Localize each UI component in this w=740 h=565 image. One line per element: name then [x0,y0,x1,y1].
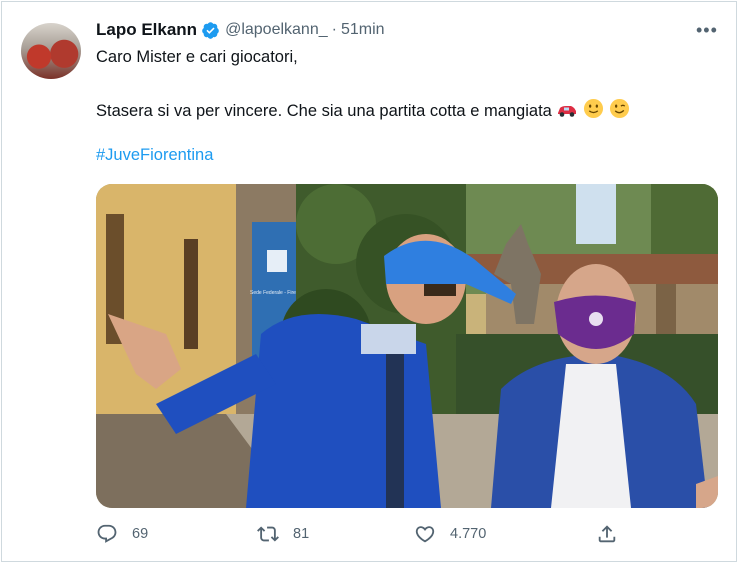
action-bar: 69 81 4.770 [96,523,636,553]
tweet-text: Stasera si va per vincere. Che sia una p… [96,102,552,120]
tweet-text-line-1: Caro Mister e cari giocatori, [96,48,298,66]
heart-icon [415,526,435,543]
like-count: 4.770 [450,526,487,542]
share-button[interactable] [596,523,618,545]
like-button[interactable]: 4.770 [414,523,486,545]
timestamp[interactable]: 51min [341,21,385,39]
tweet-header: Lapo Elkann @lapoelkann_ · 51min [96,17,385,43]
tweet-text-line-2: Stasera si va per vincere. Che sia una p… [96,98,630,121]
author-name[interactable]: Lapo Elkann [96,20,197,40]
winking-face-icon [609,98,629,119]
tweet-photo[interactable]: Sede Federale - Firenze [96,184,718,508]
verified-badge-icon [202,21,219,39]
slightly-smiling-face-icon [583,98,604,119]
author-handle[interactable]: @lapoelkann_ [225,21,328,39]
hashtag-link[interactable]: #JuveFiorentina [96,146,213,165]
avatar[interactable] [21,23,81,79]
retweet-icon [257,526,279,542]
car-icon [558,106,577,117]
share-icon [598,525,616,543]
separator-dot: · [331,21,337,38]
retweet-count: 81 [293,526,310,542]
retweet-button[interactable]: 81 [257,523,309,545]
more-options-icon[interactable]: ••• [696,20,718,41]
reply-button[interactable]: 69 [96,523,148,545]
reply-icon [97,524,117,543]
reply-count: 69 [132,526,149,542]
